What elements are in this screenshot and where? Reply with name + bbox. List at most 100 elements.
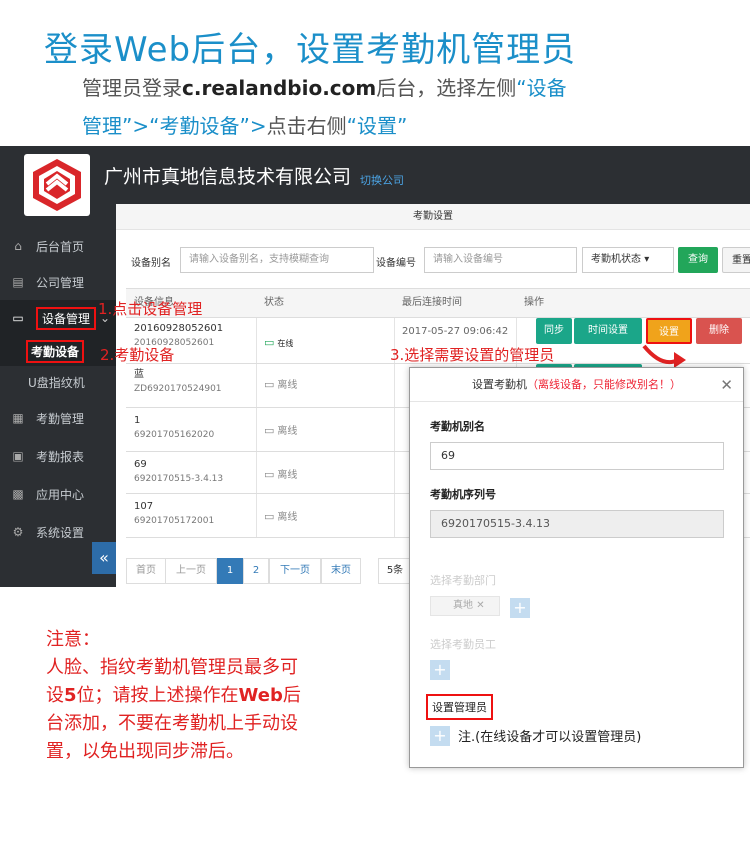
serial-label: 设备编号 bbox=[376, 258, 416, 269]
collapse-sidebar-button[interactable]: « bbox=[92, 542, 116, 574]
status-select[interactable]: 考勤机状态 ▾ bbox=[582, 247, 674, 273]
apps-icon: ▩ bbox=[12, 487, 24, 501]
status-badge: ▭ 离线 bbox=[264, 508, 297, 523]
notice-web: Web bbox=[238, 685, 283, 706]
page-size-select[interactable]: 5条 bbox=[378, 558, 412, 584]
sync-button[interactable]: 同步 bbox=[536, 318, 572, 344]
query-button[interactable]: 查询 bbox=[678, 247, 718, 273]
table-header: 设备信息 状态 最后连接时间 操作 bbox=[126, 288, 750, 318]
offline-monitor-icon: ▭ bbox=[264, 468, 275, 481]
dept-tag-label: 真地 bbox=[453, 600, 473, 611]
add-dept-button[interactable]: + bbox=[510, 598, 530, 618]
offline-monitor-icon: ▭ bbox=[264, 378, 275, 391]
alias-input[interactable]: 69 bbox=[430, 442, 724, 470]
home-icon: ⌂ bbox=[14, 239, 22, 253]
pager-prev[interactable]: 上一页 bbox=[165, 558, 217, 584]
pager-page-1[interactable]: 1 bbox=[217, 558, 243, 584]
sidebar-item-company[interactable]: ▤ 公司管理 bbox=[0, 264, 116, 300]
status-text: 离线 bbox=[277, 380, 298, 391]
offline-monitor-icon: ▭ bbox=[264, 424, 275, 437]
delete-button[interactable]: 删除 bbox=[696, 318, 742, 344]
instruction-line-1: 管理员登录c.realandbio.com后台，选择左侧“设备 bbox=[82, 72, 567, 101]
admin-note: 注.(在线设备才可以设置管理员) bbox=[458, 730, 642, 745]
panel-title: 考勤设置 bbox=[116, 204, 750, 230]
switch-company-link[interactable]: 切换公司 bbox=[360, 172, 404, 188]
pager-first[interactable]: 首页 bbox=[126, 558, 166, 584]
pager-last[interactable]: 末页 bbox=[321, 558, 361, 584]
device-serial: ZD6920170524901 bbox=[134, 384, 222, 394]
status-badge: ▭ 离线 bbox=[264, 422, 297, 437]
device-name: 20160928052601 bbox=[134, 323, 224, 334]
instruction-text: 管理员登录 bbox=[82, 76, 182, 100]
company-logo bbox=[24, 154, 90, 216]
pager-next[interactable]: 下一页 bbox=[269, 558, 321, 584]
add-admin-button[interactable]: + bbox=[430, 726, 450, 746]
status-badge: ▭ 离线 bbox=[264, 466, 297, 481]
sidebar-item-label: 应用中心 bbox=[36, 487, 85, 502]
notice-text: 设 bbox=[46, 685, 64, 706]
monitor-icon: ▭ bbox=[12, 311, 24, 325]
serial-search-input[interactable]: 请输入设备编号 bbox=[424, 247, 577, 273]
sidebar-item-usb-fingerprint[interactable]: U盘指纹机 bbox=[0, 366, 116, 398]
status-text: 离线 bbox=[277, 470, 298, 481]
alias-label: 设备别名 bbox=[131, 258, 171, 269]
instruction-highlight: 管理”>“考勤设备”> bbox=[82, 114, 267, 138]
column-header: 状态 bbox=[264, 297, 284, 308]
notice-text: 后 bbox=[282, 685, 301, 706]
reset-button[interactable]: 重置 bbox=[722, 247, 750, 273]
notice-line: 置，以免出现同步滞后。 bbox=[46, 741, 244, 762]
sidebar-item-reports[interactable]: ▣ 考勤报表 bbox=[0, 438, 116, 474]
sidebar-item-label: 后台首页 bbox=[36, 239, 85, 254]
notice-text: 位；请按上述操作在 bbox=[76, 685, 239, 706]
status-text: 离线 bbox=[277, 426, 298, 437]
status-badge: ▭ 离线 bbox=[264, 376, 297, 391]
notice-line: 人脸、指纹考勤机管理员最多可 bbox=[46, 657, 298, 678]
status-text: 在线 bbox=[277, 339, 294, 348]
device-serial: 69201705172001 bbox=[134, 516, 215, 526]
notice-number: 5 bbox=[64, 685, 77, 706]
modal-header: 设置考勤机（离线设备，只能修改别名！） bbox=[410, 368, 743, 402]
gear-icon: ⚙ bbox=[12, 525, 24, 539]
pager-page-2[interactable]: 2 bbox=[243, 558, 269, 584]
remove-tag-icon[interactable]: ✕ bbox=[476, 600, 484, 611]
sidebar-item-home[interactable]: ⌂ 后台首页 bbox=[0, 228, 116, 264]
company-name: 广州市真地信息技术有限公司 bbox=[104, 166, 352, 188]
add-employee-button[interactable]: + bbox=[430, 660, 450, 680]
offline-monitor-icon: ▭ bbox=[264, 510, 275, 523]
dept-tag: 真地 ✕ bbox=[430, 596, 500, 616]
time-settings-button[interactable]: 时间设置 bbox=[574, 318, 642, 344]
status-select-value: 考勤机状态 bbox=[591, 254, 641, 265]
sidebar-item-apps[interactable]: ▩ 应用中心 bbox=[0, 476, 116, 512]
sidebar-item-attendance-management[interactable]: ▦ 考勤管理 bbox=[0, 400, 116, 436]
sidebar-item-label: 设备管理 bbox=[36, 306, 97, 330]
building-icon: ▤ bbox=[12, 275, 24, 289]
sidebar-item-label: 系统设置 bbox=[36, 525, 85, 540]
admin-label: 设置管理员 bbox=[426, 694, 493, 720]
device-name: 1 bbox=[134, 415, 141, 426]
sidebar-item-label: 考勤设备 bbox=[26, 339, 85, 363]
device-name: 69 bbox=[134, 459, 147, 470]
instruction-highlight: “设置” bbox=[346, 114, 408, 138]
notice-box: 注意： 人脸、指纹考勤机管理员最多可 设5位；请按上述操作在Web后 台添加，不… bbox=[46, 626, 301, 766]
sidebar-item-label: 考勤管理 bbox=[36, 411, 85, 426]
notice-title: 注意： bbox=[46, 629, 100, 650]
status-text: 离线 bbox=[277, 512, 298, 523]
logo-icon bbox=[33, 159, 81, 211]
alias-search-input[interactable]: 请输入设备别名，支持模糊查询 bbox=[180, 247, 374, 273]
annotation-step-1: 1.点击设备管理 bbox=[98, 300, 203, 318]
page-title: 登录Web后台，设置考勤机管理员 bbox=[44, 30, 577, 70]
sidebar-item-attendance-device[interactable]: 考勤设备 bbox=[0, 336, 116, 366]
device-name: 蓝 bbox=[134, 369, 144, 380]
device-name: 107 bbox=[134, 501, 154, 512]
serial-label: 考勤机序列号 bbox=[430, 488, 496, 501]
status-badge: ▭ 在线 bbox=[264, 336, 293, 349]
instruction-text: 点击右侧 bbox=[266, 114, 347, 138]
dept-label: 选择考勤部门 bbox=[430, 574, 496, 587]
settings-modal: 设置考勤机（离线设备，只能修改别名！） ✕ 考勤机别名 69 考勤机序列号 69… bbox=[409, 367, 744, 768]
alias-label: 考勤机别名 bbox=[430, 420, 485, 433]
column-header: 最后连接时间 bbox=[402, 297, 462, 308]
caret-down-icon: ▾ bbox=[644, 254, 650, 265]
modal-title: 设置考勤机 bbox=[472, 378, 527, 391]
close-icon[interactable]: ✕ bbox=[720, 376, 733, 394]
serial-field: 6920170515-3.4.13 bbox=[430, 510, 724, 538]
